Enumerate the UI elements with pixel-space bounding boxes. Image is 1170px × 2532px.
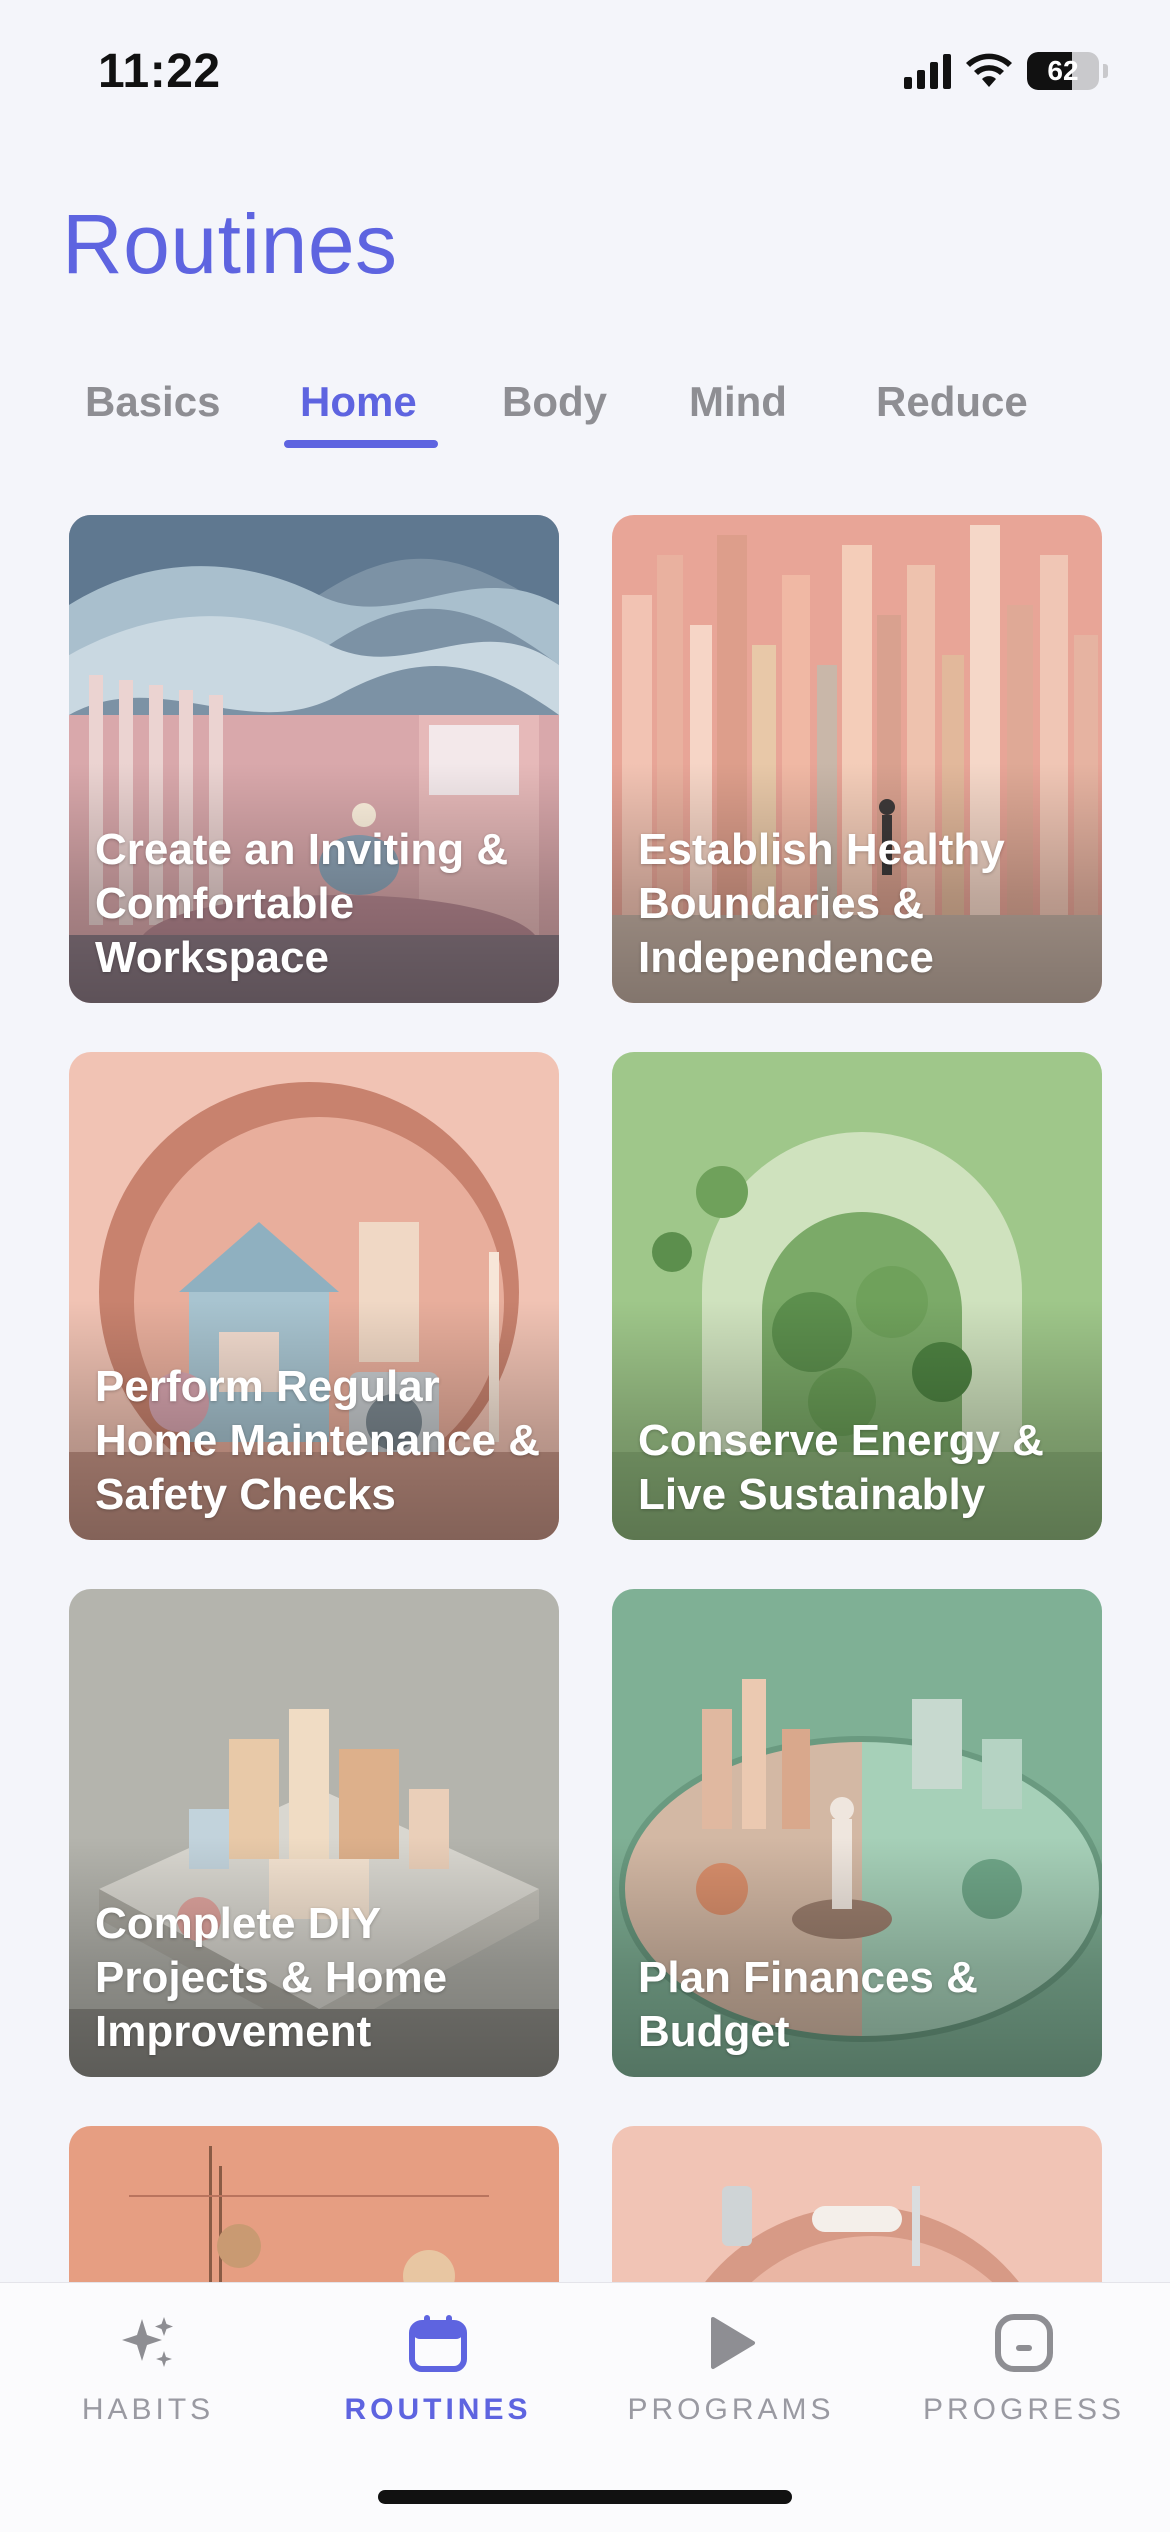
routine-card[interactable]: Create an Inviting & Comfortable Workspa… bbox=[69, 515, 559, 1003]
sparkles-icon bbox=[116, 2311, 180, 2380]
screen: 11:22 62 Routines Basics Home Body Mind … bbox=[0, 0, 1170, 2532]
home-indicator[interactable] bbox=[378, 2490, 792, 2504]
nav-label: HABITS bbox=[81, 2393, 215, 2426]
routine-card-title: Conserve Energy & Live Sustainably bbox=[638, 1416, 1044, 1519]
nav-label: PROGRESS bbox=[922, 2393, 1126, 2426]
nav-label: ROUTINES bbox=[344, 2393, 532, 2426]
routine-card[interactable]: Plan Finances & Budget bbox=[612, 1589, 1102, 2077]
nav-routines[interactable]: ROUTINES bbox=[292, 2283, 584, 2473]
routine-card[interactable]: Complete DIY Projects & Home Improvement bbox=[69, 1589, 559, 2077]
progress-box-icon bbox=[992, 2311, 1056, 2380]
routine-card-title: Plan Finances & Budget bbox=[638, 1953, 978, 2056]
routine-card[interactable]: Conserve Energy & Live Sustainably bbox=[612, 1052, 1102, 1540]
routine-card[interactable]: Establish Healthy Boundaries & Independe… bbox=[612, 515, 1102, 1003]
routine-card-title: Perform Regular Home Maintenance & Safet… bbox=[95, 1362, 540, 1519]
calendar-icon bbox=[406, 2311, 470, 2380]
nav-programs[interactable]: PROGRAMS bbox=[585, 2283, 877, 2473]
play-icon bbox=[699, 2311, 763, 2380]
routine-card-title: Complete DIY Projects & Home Improvement bbox=[95, 1899, 448, 2056]
nav-progress[interactable]: PROGRESS bbox=[878, 2283, 1170, 2473]
routine-card-title: Create an Inviting & Comfortable Workspa… bbox=[95, 825, 509, 982]
nav-label: PROGRAMS bbox=[627, 2393, 835, 2426]
nav-habits[interactable]: HABITS bbox=[2, 2283, 294, 2473]
routine-card[interactable]: Perform Regular Home Maintenance & Safet… bbox=[69, 1052, 559, 1540]
routine-card-title: Establish Healthy Boundaries & Independe… bbox=[638, 825, 1005, 982]
routine-grid: Create an Inviting & Comfortable Workspa… bbox=[0, 0, 1170, 2532]
